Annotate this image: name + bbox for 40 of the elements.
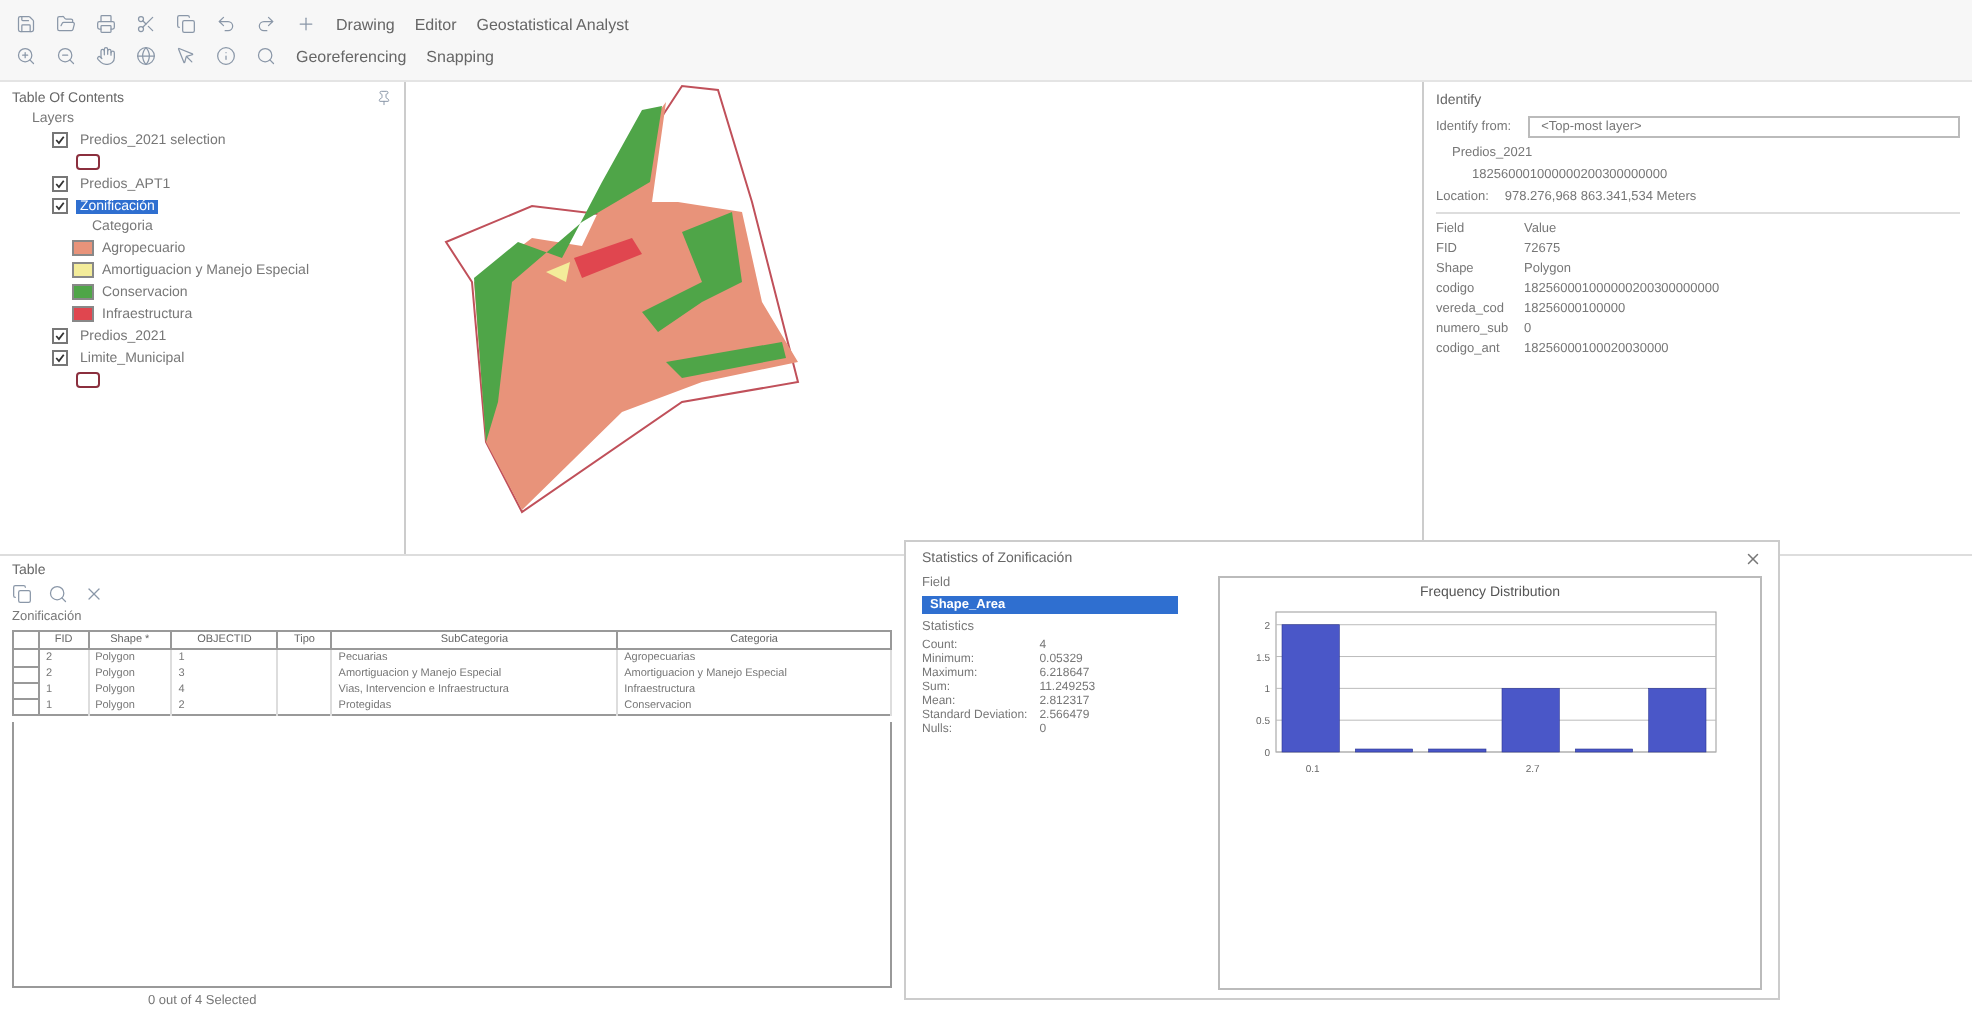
pin-icon[interactable] [376, 90, 392, 106]
redo-icon[interactable] [256, 14, 276, 34]
toolbar-menu-button[interactable]: Snapping [426, 47, 494, 65]
add-data-icon[interactable] [296, 14, 316, 34]
scissors-icon[interactable] [136, 14, 156, 34]
zoom-out-icon[interactable] [56, 46, 76, 66]
toolbar-menu-button[interactable]: Editor [414, 15, 457, 33]
layer-checkbox[interactable] [52, 328, 68, 344]
copy-icon[interactable] [176, 14, 196, 34]
toolbar-menu-button[interactable]: Drawing [336, 15, 395, 33]
histogram-bar [1281, 624, 1340, 753]
layer-checkbox[interactable] [52, 176, 68, 192]
pan-icon[interactable] [96, 46, 116, 66]
zoom-in-icon[interactable] [16, 46, 36, 66]
save-icon[interactable] [16, 14, 36, 34]
identify-icon[interactable] [216, 46, 236, 66]
undo-icon[interactable] [216, 14, 236, 34]
layer-checkbox[interactable] [52, 350, 68, 366]
layer-checkbox[interactable] [52, 198, 68, 214]
histogram-bar [1648, 688, 1707, 753]
globe-icon[interactable] [136, 46, 156, 66]
layer-checkbox[interactable] [52, 132, 68, 148]
find-icon[interactable] [48, 584, 68, 604]
table-options-icon[interactable] [12, 584, 32, 604]
close-icon[interactable] [1744, 550, 1762, 568]
close-icon[interactable] [84, 584, 104, 604]
row-selector[interactable] [13, 682, 39, 698]
toolbar-menu-button[interactable]: Geostatistical Analyst [476, 15, 629, 33]
printer-icon[interactable] [96, 14, 116, 34]
pointer-icon[interactable] [176, 46, 196, 66]
histogram-bar [1355, 748, 1413, 753]
histogram-bar [1428, 748, 1487, 753]
folder-icon[interactable] [56, 14, 76, 34]
row-selector[interactable] [13, 698, 39, 715]
histogram-bar [1575, 748, 1633, 753]
search-icon[interactable] [256, 46, 276, 66]
row-selector[interactable] [13, 666, 39, 682]
histogram-bar [1501, 688, 1560, 753]
row-selector[interactable] [13, 649, 39, 666]
toolbar-menu-button[interactable]: Georeferencing [296, 47, 407, 65]
